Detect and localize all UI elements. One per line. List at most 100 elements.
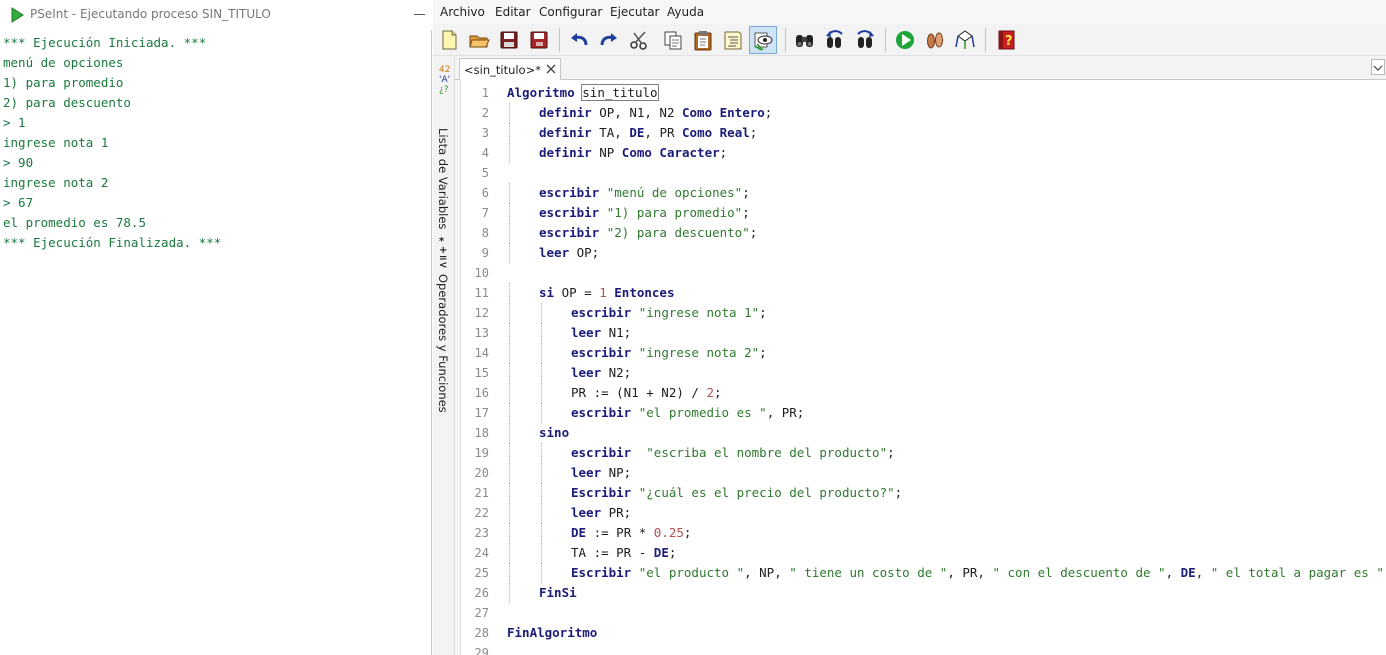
- indent-guide: [509, 143, 510, 163]
- code-line[interactable]: 29: [455, 643, 1386, 655]
- side-tabs: 42 'A' ¿? Lista de Variables * + = < Ope…: [433, 56, 455, 655]
- line-number: 18: [474, 426, 489, 440]
- code-line[interactable]: 18 sino: [455, 423, 1386, 443]
- code-token: FinSi: [539, 585, 577, 600]
- code-line[interactable]: 12 escribir "ingrese nota 1";: [455, 303, 1386, 323]
- code-line[interactable]: 19 escribir "escriba el nombre del produc…: [455, 443, 1386, 463]
- code-token: ;: [683, 525, 692, 540]
- copy-button[interactable]: [659, 26, 687, 54]
- code-line[interactable]: 15 leer N2;: [455, 363, 1386, 383]
- code-line[interactable]: 26 FinSi: [455, 583, 1386, 603]
- code-editor[interactable]: 1 Algoritmo sin_titulo 2 definir OP, N1, N2…: [455, 80, 1386, 655]
- code-line[interactable]: 13 leer N1;: [455, 323, 1386, 343]
- tab-operators[interactable]: * + = < Operadores y Funciones: [433, 234, 455, 413]
- code-token: leer: [539, 245, 570, 260]
- code-token: " con el descuento de ": [992, 565, 1166, 580]
- cut-icon: [630, 31, 647, 50]
- console-line: > 67: [3, 195, 34, 210]
- minimize-button[interactable]: [412, 6, 428, 22]
- chevron-down-icon: [1373, 65, 1383, 71]
- code-token: ;: [742, 185, 750, 200]
- indent-guide: [541, 363, 542, 383]
- code-line[interactable]: 2 definir OP, N1, N2 Como Entero;: [455, 103, 1386, 123]
- code-text: escribir "menú de opciones";: [539, 183, 750, 203]
- menu-editar[interactable]: Editar: [495, 5, 531, 19]
- find-prev-button[interactable]: [821, 26, 849, 54]
- menu-ejecutar[interactable]: Ejecutar: [610, 5, 660, 19]
- indent-guide: [509, 223, 510, 243]
- step-button[interactable]: [921, 26, 949, 54]
- code-text: leer NP;: [571, 463, 631, 483]
- find-next-button[interactable]: [851, 26, 879, 54]
- menu-configurar[interactable]: Configurar: [539, 5, 602, 19]
- code-line[interactable]: 27: [455, 603, 1386, 623]
- menu-ayuda[interactable]: Ayuda: [667, 5, 704, 19]
- code-line[interactable]: 17 escribir "el promedio es ", PR;: [455, 403, 1386, 423]
- tab-variables-label: Lista de Variables: [436, 128, 450, 230]
- code-line[interactable]: 21 Escribir "¿cuál es el precio del produ…: [455, 483, 1386, 503]
- code-token: 2: [706, 385, 714, 400]
- code-token: ;: [759, 345, 767, 360]
- code-line[interactable]: 9 leer OP;: [455, 243, 1386, 263]
- code-token: TA := PR -: [571, 545, 654, 560]
- indent-guide: [509, 243, 510, 263]
- code-line[interactable]: 8 escribir "2) para descuento";: [455, 223, 1386, 243]
- code-token: Entonces: [614, 285, 675, 300]
- code-text: escribir "ingrese nota 1";: [571, 303, 767, 323]
- save-as-button[interactable]: [525, 26, 553, 54]
- line-number: 27: [474, 606, 489, 620]
- find-button[interactable]: [791, 26, 819, 54]
- code-line[interactable]: 23 DE := PR * 0.25;: [455, 523, 1386, 543]
- code-line[interactable]: 22 leer PR;: [455, 503, 1386, 523]
- code-line[interactable]: 1 Algoritmo sin_titulo: [455, 83, 1386, 103]
- run-button[interactable]: [891, 26, 919, 54]
- save-button[interactable]: [495, 26, 523, 54]
- code-line[interactable]: 10: [455, 263, 1386, 283]
- document-tab[interactable]: <sin_titulo>*: [459, 58, 561, 81]
- code-line[interactable]: 4 definir NP Como Caracter;: [455, 143, 1386, 163]
- code-token: 0.25: [653, 525, 684, 540]
- code-line[interactable]: 11 si OP = 1 Entonces: [455, 283, 1386, 303]
- code-token: " el total a pagar es ": [1210, 565, 1384, 580]
- indent-guide: [509, 283, 510, 303]
- cut-button[interactable]: [625, 26, 653, 54]
- code-line[interactable]: 16 PR := (N1 + N2) / 2;: [455, 383, 1386, 403]
- code-line[interactable]: 20 leer NP;: [455, 463, 1386, 483]
- code-token: sino: [539, 425, 570, 440]
- undo-button[interactable]: [565, 26, 593, 54]
- line-number: 12: [474, 306, 489, 320]
- tabs-dropdown-button[interactable]: [1371, 59, 1385, 75]
- help-button[interactable]: ?: [993, 26, 1021, 54]
- code-token: ,: [1195, 565, 1211, 580]
- code-line[interactable]: 14 escribir "ingrese nota 2";: [455, 343, 1386, 363]
- svg-text:<: <: [439, 260, 447, 268]
- code-line[interactable]: 28 FinAlgoritmo: [455, 623, 1386, 643]
- code-line[interactable]: 6 escribir "menú de opciones";: [455, 183, 1386, 203]
- indent-button[interactable]: [719, 26, 747, 54]
- code-token: ;: [749, 225, 758, 240]
- tab-variables[interactable]: 42 'A' ¿? Lista de Variables: [433, 62, 455, 229]
- paste-button[interactable]: [689, 26, 717, 54]
- find-icon: [796, 35, 813, 47]
- code-token: escribir: [571, 445, 632, 460]
- open-button[interactable]: [465, 26, 493, 54]
- code-line[interactable]: 24 TA := PR - DE;: [455, 543, 1386, 563]
- code-line[interactable]: 3 definir TA, DE, PR Como Real;: [455, 123, 1386, 143]
- open-icon: [469, 35, 490, 48]
- console-title: PSeInt - Ejecutando proceso SIN_TITULO: [30, 7, 271, 21]
- redo-button[interactable]: [595, 26, 623, 54]
- flowchart-button[interactable]: [951, 26, 979, 54]
- line-number: 13: [474, 326, 489, 340]
- console-titlebar[interactable]: PSeInt - Ejecutando proceso SIN_TITULO: [0, 0, 432, 30]
- tab-operators-label: Operadores y Funciones: [436, 274, 450, 413]
- code-token: 1: [599, 285, 607, 300]
- code-line[interactable]: 25 Escribir "el producto ", NP, " tiene u…: [455, 563, 1386, 583]
- code-token: escribir: [539, 205, 600, 220]
- new-button[interactable]: [435, 26, 463, 54]
- menu-archivo[interactable]: Archivo: [440, 5, 485, 19]
- code-line[interactable]: 7 escribir "1) para promedio";: [455, 203, 1386, 223]
- watch-button[interactable]: [749, 26, 777, 54]
- code-line[interactable]: 5: [455, 163, 1386, 183]
- close-icon[interactable]: [544, 62, 558, 76]
